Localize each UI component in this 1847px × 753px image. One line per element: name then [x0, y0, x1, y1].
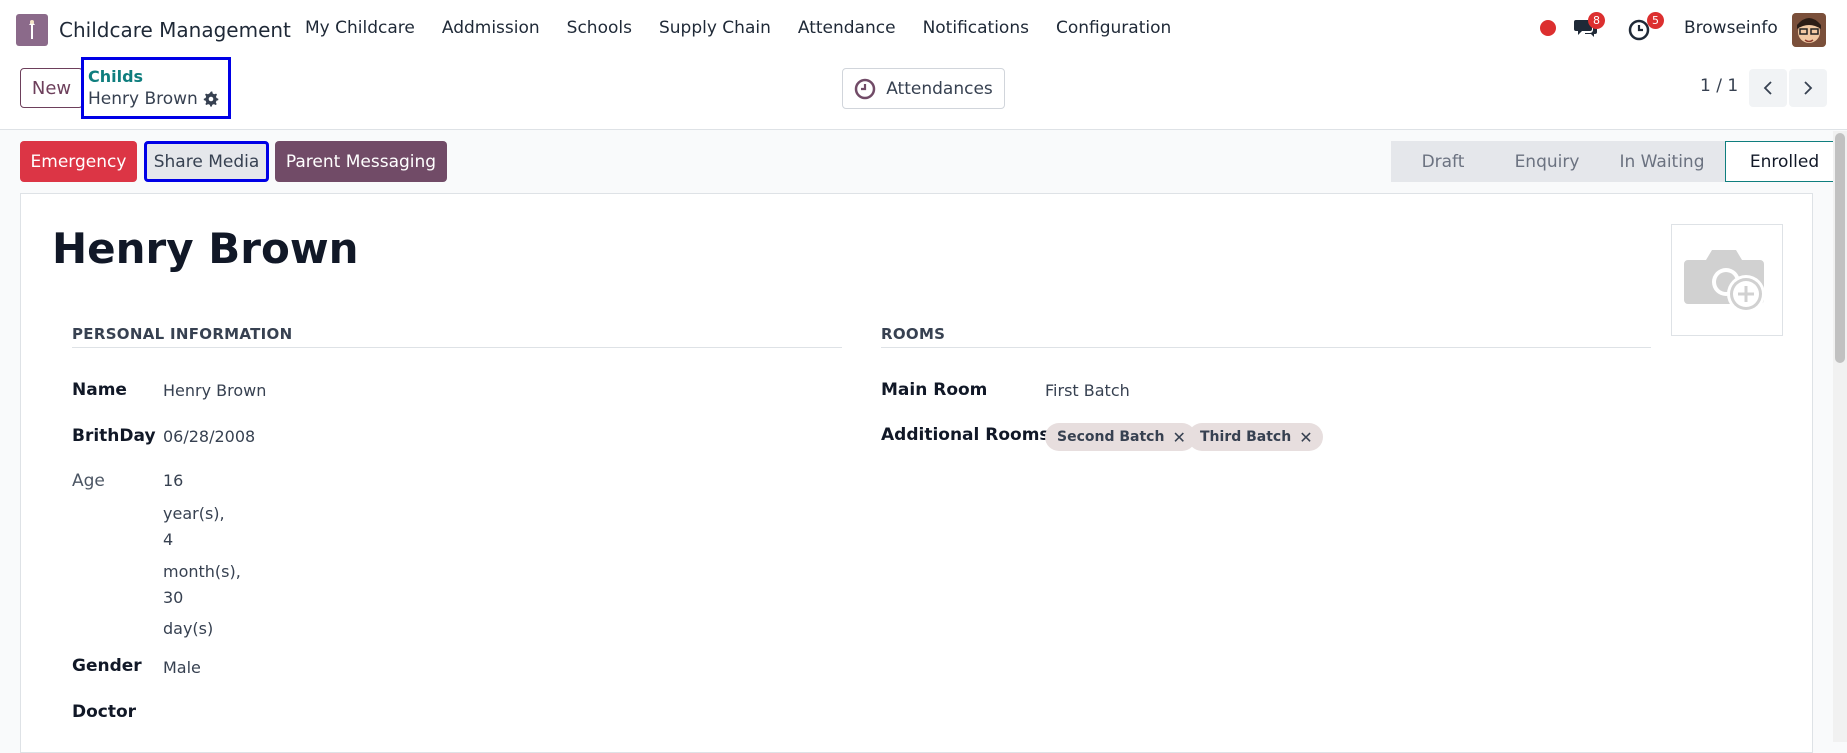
menu-item-attendance[interactable]: Attendance: [798, 18, 896, 38]
age-days-unit: day(s): [163, 619, 214, 638]
top-navbar: Childcare Management My Childcare Addmis…: [0, 0, 1847, 58]
status-enquiry[interactable]: Enquiry: [1495, 141, 1599, 182]
additional-rooms-label: Additional Rooms: [881, 425, 1050, 445]
user-avatar[interactable]: [1792, 13, 1826, 47]
age-days: 30: [163, 588, 184, 607]
tag-label: Second Batch: [1057, 429, 1165, 445]
menu-item-my-childcare[interactable]: My Childcare: [305, 18, 415, 38]
parent-messaging-button[interactable]: Parent Messaging: [275, 141, 447, 182]
status-stages: Draft Enquiry In Waiting Enrolled: [1391, 141, 1844, 182]
chat-count-badge: 8: [1588, 12, 1605, 29]
remove-tag-icon[interactable]: ✕: [1172, 428, 1185, 447]
gear-icon[interactable]: [203, 91, 219, 107]
attendances-label: Attendances: [886, 78, 993, 99]
photo-upload[interactable]: [1671, 224, 1783, 336]
status-dot-icon[interactable]: [1540, 20, 1556, 36]
tag-label: Third Batch: [1200, 429, 1292, 445]
company-switcher[interactable]: Browseinfo: [1684, 18, 1778, 38]
breadcrumb-parent-link[interactable]: Childs: [88, 67, 143, 86]
camera-add-icon: [1684, 250, 1765, 313]
rooms-heading: ROOMS: [881, 325, 946, 343]
menu-item-schools[interactable]: Schools: [567, 18, 632, 38]
pager-value[interactable]: 1 / 1: [1700, 76, 1738, 96]
pager-previous-button[interactable]: [1749, 69, 1787, 107]
app-logo-icon[interactable]: [16, 14, 48, 46]
doctor-label: Doctor: [72, 702, 137, 722]
personal-information-heading: PERSONAL INFORMATION: [72, 325, 293, 343]
section-divider: [72, 347, 842, 348]
form-sheet: Henry Brown PERSONAL INFORMATION ROOMS N…: [20, 193, 1813, 753]
clock-icon: [854, 78, 876, 99]
form-statusbar: Emergency Share Media Parent Messaging D…: [0, 131, 1847, 193]
app-title[interactable]: Childcare Management: [59, 18, 291, 42]
age-months: 4: [163, 530, 174, 549]
emergency-button[interactable]: Emergency: [20, 141, 137, 182]
birthday-value[interactable]: 06/28/2008: [163, 427, 255, 446]
tag-third-batch[interactable]: Third Batch ✕: [1188, 423, 1323, 451]
age-years: 16: [163, 471, 184, 490]
birthday-label: BrithDay: [72, 426, 156, 446]
main-room-value[interactable]: First Batch: [1045, 381, 1130, 400]
tag-second-batch[interactable]: Second Batch ✕: [1045, 423, 1196, 451]
menu-item-configuration[interactable]: Configuration: [1056, 18, 1171, 38]
menu-item-notifications[interactable]: Notifications: [923, 18, 1029, 38]
main-menu: My Childcare Addmission Schools Supply C…: [305, 18, 1198, 38]
remove-tag-icon[interactable]: ✕: [1299, 428, 1312, 447]
chevron-right-icon: [1804, 81, 1813, 95]
age-months-unit: month(s),: [163, 562, 241, 581]
status-enrolled[interactable]: Enrolled: [1725, 141, 1844, 182]
name-label: Name: [72, 380, 127, 400]
control-panel: New Childs Henry Brown Attendances 1 / 1: [0, 57, 1847, 130]
gender-value[interactable]: Male: [163, 658, 201, 677]
status-draft[interactable]: Draft: [1391, 141, 1495, 182]
breadcrumb-current-label: Henry Brown: [88, 89, 198, 109]
record-name-title[interactable]: Henry Brown: [52, 224, 359, 273]
breadcrumb-current: Henry Brown: [88, 89, 219, 109]
pager-next-button[interactable]: [1789, 69, 1827, 107]
activity-count-badge: 5: [1647, 12, 1664, 29]
status-in-waiting[interactable]: In Waiting: [1599, 141, 1725, 182]
age-years-unit: year(s),: [163, 504, 225, 523]
section-divider: [881, 347, 1651, 348]
new-button[interactable]: New: [20, 68, 83, 108]
scrollbar-thumb[interactable]: [1835, 133, 1845, 363]
attendances-smart-button[interactable]: Attendances: [842, 68, 1005, 109]
gender-label: Gender: [72, 656, 142, 676]
age-label: Age: [72, 471, 105, 491]
main-room-label: Main Room: [881, 380, 988, 400]
chevron-left-icon: [1763, 81, 1772, 95]
name-value[interactable]: Henry Brown: [163, 381, 266, 400]
menu-item-addmission[interactable]: Addmission: [442, 18, 540, 38]
share-media-button[interactable]: Share Media: [144, 141, 269, 182]
menu-item-supply-chain[interactable]: Supply Chain: [659, 18, 771, 38]
